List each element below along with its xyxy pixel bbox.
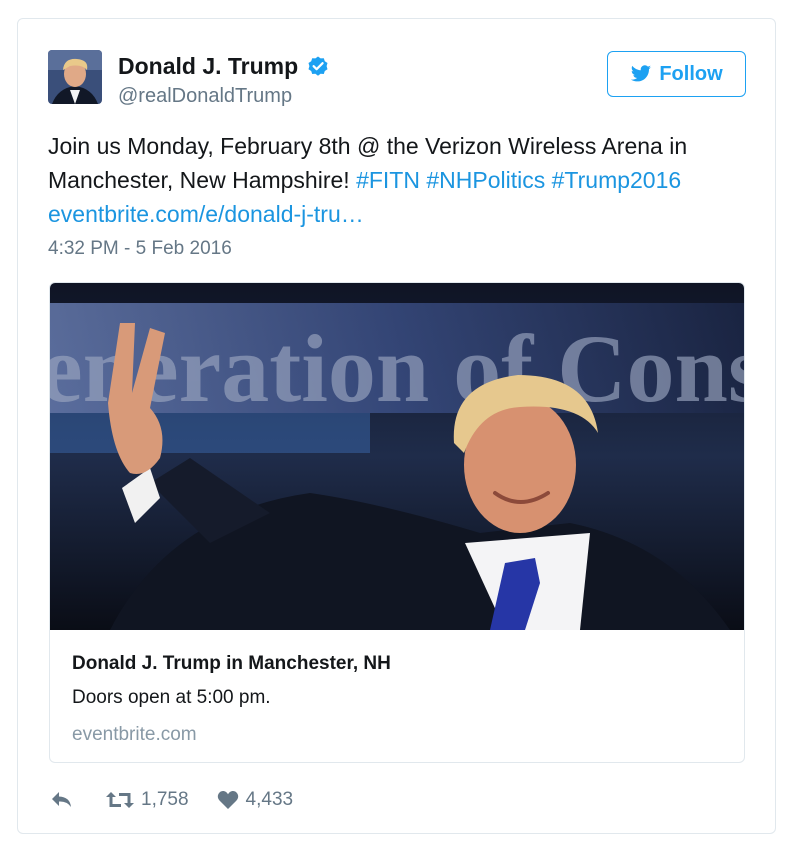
display-name[interactable]: Donald J. Trump (118, 53, 298, 80)
like-button[interactable]: 4,433 (217, 789, 294, 811)
reply-icon (52, 792, 71, 807)
user-handle[interactable]: @realDonaldTrump (118, 85, 292, 108)
retweet-button[interactable]: 1,758 (106, 789, 189, 811)
avatar[interactable] (48, 50, 102, 104)
hashtag-nhpolitics[interactable]: #NHPolitics (426, 167, 545, 193)
link-card[interactable]: eneration of Conse Donald J. Trump in Ma… (49, 282, 745, 763)
verified-badge-icon (308, 56, 328, 76)
tweet-actions: 1,758 4,433 (50, 785, 293, 815)
tweet-link[interactable]: eventbrite.com/e/donald-j-tru… (48, 201, 364, 227)
twitter-bird-icon (631, 65, 652, 82)
hashtag-trump2016[interactable]: #Trump2016 (552, 167, 682, 193)
like-count: 4,433 (245, 789, 294, 810)
tweet-text: Join us Monday, February 8th @ the Veriz… (48, 129, 748, 231)
retweet-icon (106, 792, 134, 808)
name-row: Donald J. Trump (118, 53, 330, 80)
timestamp[interactable]: 4:32 PM - 5 Feb 2016 (48, 238, 232, 260)
card-title[interactable]: Donald J. Trump in Manchester, NH (72, 653, 391, 675)
heart-icon (217, 790, 238, 809)
card-image[interactable]: eneration of Conse (50, 283, 744, 630)
tweet-card: Donald J. Trump @realDonaldTrump Follow … (17, 18, 776, 834)
follow-label: Follow (659, 62, 723, 85)
follow-button[interactable]: Follow (607, 51, 746, 97)
card-domain: eventbrite.com (72, 724, 197, 745)
hashtag-fitn[interactable]: #FITN (356, 167, 420, 193)
retweet-count: 1,758 (141, 789, 189, 810)
reply-button[interactable] (50, 790, 74, 810)
card-description: Doors open at 5:00 pm. (72, 687, 271, 708)
